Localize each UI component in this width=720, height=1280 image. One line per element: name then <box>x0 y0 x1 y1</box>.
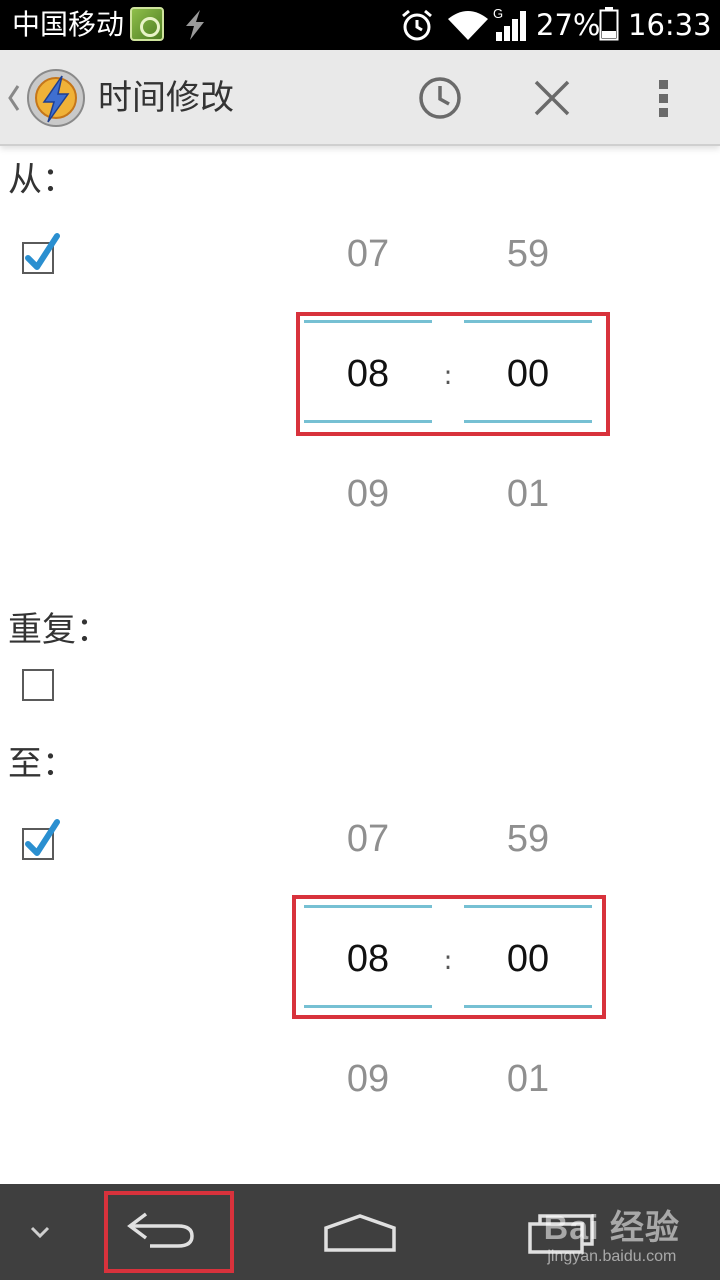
overflow-menu-icon[interactable] <box>638 72 690 124</box>
check-icon <box>25 233 60 270</box>
action-bar: 时间修改 <box>0 50 720 146</box>
close-icon[interactable] <box>526 72 578 124</box>
watermark-logo: Bai 经验 <box>543 1209 680 1247</box>
highlight-box <box>292 895 606 1019</box>
check-icon <box>25 819 60 856</box>
battery-percent: 27% <box>536 8 601 42</box>
wifi-icon <box>448 11 488 40</box>
from-minute-next[interactable]: 01 <box>464 472 592 516</box>
to-label: 至： <box>8 744 76 784</box>
to-checkbox[interactable] <box>22 819 60 860</box>
lightning-icon <box>186 10 204 40</box>
carrier-name: 中国移动 <box>12 8 125 41</box>
back-chevron-icon[interactable] <box>6 80 22 116</box>
from-time-picker: 07 59 08 : 00 09 01 <box>290 210 610 515</box>
clock-icon[interactable] <box>414 72 466 124</box>
from-hour-prev[interactable]: 07 <box>304 232 432 276</box>
status-time: 16:33 <box>628 8 712 42</box>
from-hour-next[interactable]: 09 <box>304 472 432 516</box>
to-hour-next[interactable]: 09 <box>304 1057 432 1101</box>
page-title: 时间修改 <box>98 78 234 118</box>
cell-signal-icon: G <box>493 6 526 41</box>
highlight-box <box>296 312 610 436</box>
highlight-box <box>104 1191 234 1273</box>
status-bar: 中国移动 G 27% 16:33 <box>0 0 720 50</box>
from-checkbox[interactable] <box>22 233 60 274</box>
alarm-icon <box>402 9 432 41</box>
repeat-checkbox[interactable] <box>22 669 54 701</box>
home-icon[interactable] <box>320 1212 400 1254</box>
network-type: G <box>493 6 503 21</box>
to-minute-prev[interactable]: 59 <box>464 817 592 861</box>
app-icon[interactable] <box>24 66 88 130</box>
to-minute-next[interactable]: 01 <box>464 1057 592 1101</box>
to-time-picker: 07 59 08 : 00 09 01 <box>290 795 610 1100</box>
watermark: Bai 经验 jingyan.baidu.com <box>544 1208 680 1266</box>
watermark-url: jingyan.baidu.com <box>547 1248 677 1265</box>
app-notification-icon <box>130 7 164 41</box>
hide-keyboard-icon[interactable] <box>26 1218 54 1246</box>
battery-icon <box>599 7 619 41</box>
navigation-bar: Bai 经验 jingyan.baidu.com <box>0 1184 720 1280</box>
from-label: 从： <box>8 160 76 200</box>
to-hour-prev[interactable]: 07 <box>304 817 432 861</box>
repeat-label: 重复： <box>8 610 110 650</box>
from-minute-prev[interactable]: 59 <box>464 232 592 276</box>
